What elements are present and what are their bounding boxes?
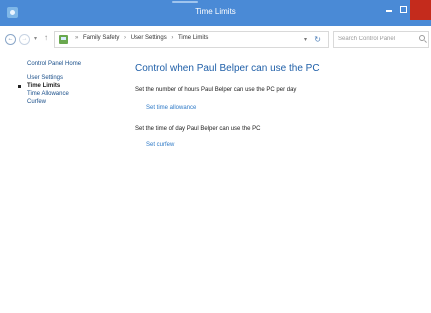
sidebar: Control Panel Home User Settings Time Li… [0,52,112,313]
breadcrumb-family-safety[interactable]: Family Safety [83,35,119,41]
back-icon[interactable]: ← [5,34,16,45]
chevron-right-icon: › [171,35,174,41]
set-time-allowance-link[interactable]: Set time allowance [146,105,196,111]
time-allowance-description: Set the number of hours Paul Belper can … [135,87,297,93]
address-dropdown-icon[interactable]: ▾ [304,36,307,43]
sidebar-item-time-allowance[interactable]: Time Allowance [27,91,69,97]
sidebar-item-label: Time Limits [27,83,61,89]
chevron-right-icon: › [124,35,127,41]
set-curfew-link[interactable]: Set curfew [146,142,174,148]
sidebar-item-curfew[interactable]: Curfew [27,99,46,105]
main-content: Control when Paul Belper can use the PC … [112,52,431,313]
search-icon[interactable] [419,35,425,41]
search-input[interactable] [338,34,416,44]
chevron-right-icon: » [75,35,79,41]
forward-icon[interactable]: → [19,34,30,45]
up-icon[interactable]: ↑ [44,33,48,42]
breadcrumb-time-limits[interactable]: Time Limits [178,35,208,41]
recent-pages-dropdown-icon[interactable]: ▾ [34,35,37,42]
address-field[interactable]: » Family Safety › User Settings › Time L… [54,31,329,48]
page-title: Control when Paul Belper can use the PC [135,63,320,74]
control-panel-home-link[interactable]: Control Panel Home [27,61,81,67]
close-button[interactable] [410,0,431,20]
control-panel-icon [59,35,68,44]
title-bar: Time Limits [0,0,431,26]
maximize-button[interactable] [397,0,410,20]
sidebar-item-user-settings[interactable]: User Settings [27,75,63,81]
breadcrumb-user-settings[interactable]: User Settings [131,35,167,41]
refresh-icon[interactable]: ↻ [314,35,321,44]
breadcrumb: » Family Safety › User Settings › Time L… [72,35,208,41]
sidebar-item-time-limits[interactable]: Time Limits [18,83,61,89]
address-bar: ← → ▾ ↑ » Family Safety › User Settings … [0,26,431,52]
minimize-button[interactable] [381,0,397,20]
window-title: Time Limits [195,7,236,16]
search-box[interactable] [333,31,429,48]
title-bar-grip [172,1,198,3]
active-bullet [18,85,21,88]
curfew-description: Set the time of day Paul Belper can use … [135,126,261,132]
